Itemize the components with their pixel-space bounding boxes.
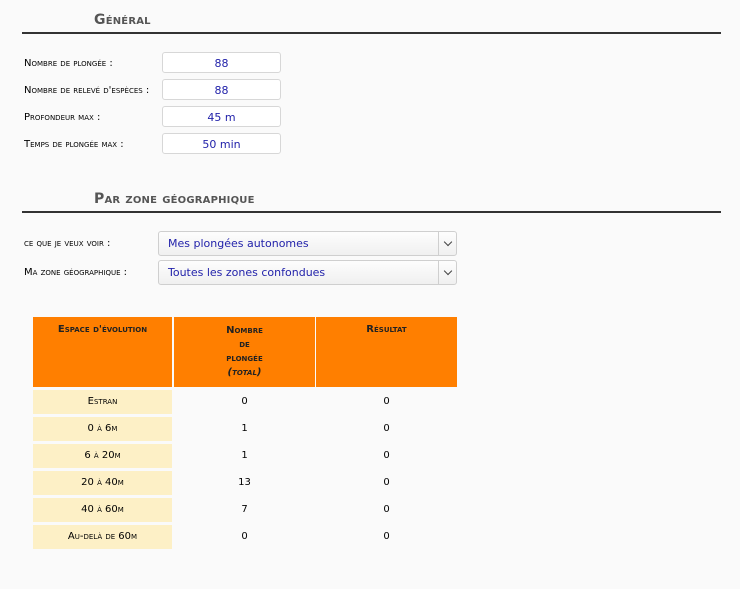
zone-select-value: Toutes les zones confondues: [168, 266, 326, 279]
zone-divider: [22, 211, 721, 213]
header-dive-count-line2: de: [239, 339, 250, 350]
general-divider: [22, 32, 721, 34]
species-count-field[interactable]: 88: [162, 79, 281, 100]
table-row-result: 0: [383, 477, 390, 488]
table-row-count: 0: [241, 531, 248, 542]
species-count-label: Nombre de relevé d'espèces :: [24, 85, 150, 96]
zone-select-label: Ma zone géographique :: [24, 267, 128, 278]
max-dive-time-field[interactable]: 50 min: [162, 133, 281, 154]
zone-section-title: Par zone géographique: [94, 191, 255, 207]
zone-select[interactable]: Toutes les zones confondues: [158, 260, 457, 285]
max-depth-label: Profondeur max :: [24, 112, 101, 123]
table-row-space: 0 à 6m: [33, 417, 172, 441]
header-space: Espace d'évolution: [33, 317, 172, 387]
chevron-down-icon[interactable]: [438, 261, 456, 284]
max-depth-field[interactable]: 45 m: [162, 106, 281, 127]
header-dive-count-line1: Nombre: [226, 325, 263, 336]
table-row-count: 7: [241, 504, 248, 515]
table-row-count: 1: [241, 423, 248, 434]
table-row-space: 40 à 60m: [33, 498, 172, 522]
table-row-space: 20 à 40m: [33, 471, 172, 495]
general-section-title: Général: [94, 12, 151, 28]
table-row-result: 0: [383, 450, 390, 461]
header-dive-count-line3: plongée: [226, 353, 263, 364]
view-select[interactable]: Mes plongées autonomes: [158, 231, 457, 256]
view-select-value: Mes plongées autonomes: [168, 237, 309, 250]
table-row-space: Au-delà de 60m: [33, 525, 172, 549]
header-result: Résultat: [316, 317, 457, 387]
table-row-result: 0: [383, 423, 390, 434]
table-row-result: 0: [383, 531, 390, 542]
header-dive-count-line4: (total): [227, 367, 262, 378]
table-row-result: 0: [383, 396, 390, 407]
chevron-down-icon[interactable]: [438, 232, 456, 255]
table-row-space: 6 à 20m: [33, 444, 172, 468]
max-dive-time-label: Temps de plongée max :: [24, 139, 124, 150]
view-select-label: ce que je veux voir :: [24, 238, 111, 249]
table-row-count: 1: [241, 450, 248, 461]
table-row-space: Estran: [33, 390, 172, 414]
header-dive-count: Nombre de plongée (total): [174, 317, 315, 387]
table-row-count: 13: [238, 477, 251, 488]
table-row-count: 0: [241, 396, 248, 407]
dive-count-label: Nombre de plongée :: [24, 58, 113, 69]
dive-count-field[interactable]: 88: [162, 52, 281, 73]
table-row-result: 0: [383, 504, 390, 515]
